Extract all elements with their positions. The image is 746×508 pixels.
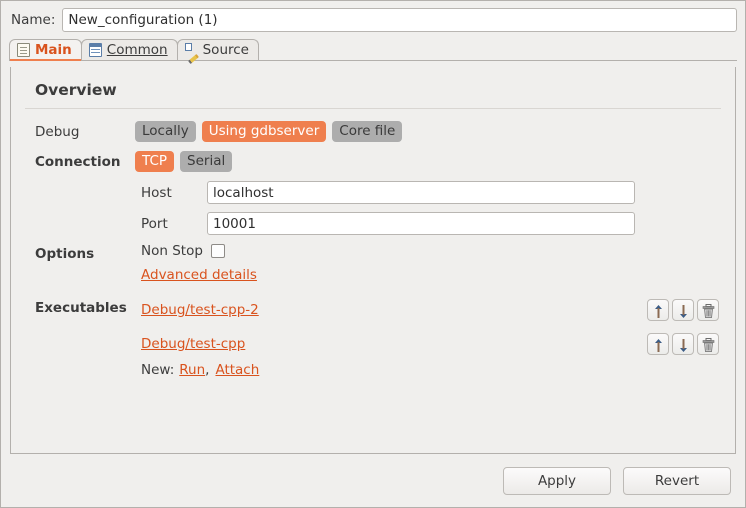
- new-label: New:: [141, 362, 175, 378]
- arrow-up-icon[interactable]: [647, 333, 669, 355]
- arrow-down-icon[interactable]: [672, 299, 694, 321]
- trash-icon[interactable]: [697, 299, 719, 321]
- tab-bar: Main Common Source: [9, 38, 737, 61]
- tab-main-label: Main: [35, 42, 72, 58]
- trash-icon[interactable]: [697, 333, 719, 355]
- debug-options: Locally Using gdbserver Core file: [135, 121, 721, 142]
- overview-form: Debug Locally Using gdbserver Core file …: [35, 121, 721, 378]
- debug-option-locally[interactable]: Locally: [135, 121, 196, 142]
- port-input[interactable]: [207, 212, 635, 235]
- debug-row: Debug Locally Using gdbserver Core file: [35, 121, 721, 143]
- advanced-details-row: Advanced details: [35, 267, 721, 289]
- advanced-row-body: Advanced details: [135, 267, 721, 283]
- host-row: Host: [35, 181, 721, 204]
- arrow-down-icon[interactable]: [672, 333, 694, 355]
- debug-option-using-gdbserver[interactable]: Using gdbserver: [201, 121, 327, 142]
- name-row: Name:: [1, 1, 745, 38]
- connection-option-serial[interactable]: Serial: [180, 151, 233, 172]
- new-separator: ,: [205, 362, 210, 378]
- host-label: Host: [141, 184, 172, 201]
- executables-label: Executables: [35, 300, 127, 316]
- page-title: Overview: [35, 81, 117, 99]
- new-attach-link[interactable]: Attach: [215, 362, 259, 378]
- pencil-icon: [184, 43, 198, 57]
- executables-list: Debug/test-cpp-2 Debug/test-cpp New: Run…: [135, 297, 721, 378]
- executables-row: Executables Debug/test-cpp-2 Debug/test-…: [35, 297, 721, 378]
- name-label: Name:: [11, 12, 56, 28]
- port-row: Port: [35, 212, 721, 235]
- options-row: Options Non Stop: [35, 243, 721, 265]
- executable-link-1[interactable]: Debug/test-cpp-2: [135, 302, 259, 318]
- tab-common[interactable]: Common: [80, 39, 178, 60]
- title-divider: [25, 108, 721, 109]
- new-run-link[interactable]: Run: [179, 362, 205, 378]
- revert-button[interactable]: Revert: [623, 467, 731, 495]
- options-label: Options: [35, 246, 95, 262]
- non-stop-group: Non Stop: [135, 243, 721, 259]
- tab-source-label: Source: [202, 42, 249, 58]
- advanced-details-link[interactable]: Advanced details: [135, 267, 257, 283]
- connection-row: Connection TCP Serial: [35, 151, 721, 173]
- document-icon: [17, 43, 30, 57]
- executable-item: Debug/test-cpp: [135, 331, 721, 357]
- dialog-footer: Apply Revert: [1, 455, 745, 507]
- executable-actions-1: [647, 299, 719, 321]
- executable-link-2[interactable]: Debug/test-cpp: [135, 336, 245, 352]
- apply-button[interactable]: Apply: [503, 467, 611, 495]
- debug-option-core-file[interactable]: Core file: [332, 121, 403, 142]
- connection-label: Connection: [35, 154, 121, 170]
- table-icon: [88, 43, 102, 57]
- connection-options: TCP Serial: [135, 151, 721, 172]
- non-stop-checkbox[interactable]: [210, 244, 225, 258]
- run-configuration-dialog: Name: Main Common Source Overview Debug …: [0, 0, 746, 508]
- host-input[interactable]: [207, 181, 635, 204]
- arrow-up-icon[interactable]: [647, 299, 669, 321]
- non-stop-label: Non Stop: [141, 243, 203, 259]
- main-tab-panel: Overview Debug Locally Using gdbserver C…: [10, 67, 736, 454]
- tab-source[interactable]: Source: [176, 39, 259, 60]
- tab-common-label: Common: [106, 42, 168, 58]
- debug-label: Debug: [35, 124, 80, 140]
- tab-main[interactable]: Main: [9, 39, 82, 61]
- executable-item: Debug/test-cpp-2: [135, 297, 721, 323]
- configuration-name-input[interactable]: [62, 8, 737, 32]
- port-label: Port: [141, 215, 168, 232]
- executable-actions-2: [647, 333, 719, 355]
- new-executable-row: New: Run , Attach: [135, 362, 721, 378]
- connection-option-tcp[interactable]: TCP: [135, 151, 175, 172]
